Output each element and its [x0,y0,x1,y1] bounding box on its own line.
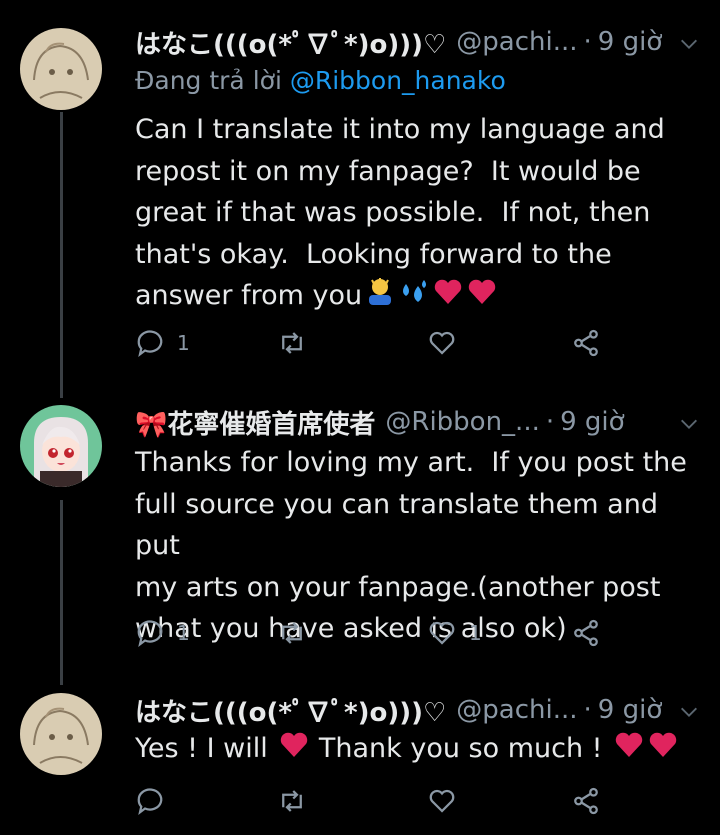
reply-button[interactable]: 1 [135,618,190,648]
avatar[interactable] [20,28,102,110]
tweet[interactable]: はなこ(((o(*ﾟ∇ﾟ*)o)))♡ @pachi... · 9 giờ Đa… [0,20,720,365]
retweet-icon [282,790,302,812]
caret-down-icon[interactable] [678,413,700,435]
tweet-text: Can I translate it into my language and … [135,109,700,321]
reply-button[interactable] [135,786,177,816]
retweet-button[interactable] [277,618,307,648]
retweet-icon [282,622,302,644]
tweet-text-content: Thanks for loving my art. If you post th… [135,447,687,644]
caret-down-icon[interactable] [678,701,700,723]
user-handle[interactable]: @pachi... [456,695,577,725]
avatar[interactable] [20,405,102,487]
tweet-actions: 1 1 [135,618,605,658]
red-heart-emoji-icon [647,729,679,774]
person-bowing-emoji-icon [364,276,396,321]
like-icon [429,789,455,813]
like-button[interactable] [427,328,469,358]
share-icon [574,787,598,815]
tweet-actions: 1 [135,328,605,368]
timestamp[interactable]: 9 giờ [560,407,624,437]
retweet-icon [282,332,302,354]
reply-count: 1 [177,621,190,645]
share-icon [574,329,598,357]
tweet-header: はなこ(((o(*ﾟ∇ﾟ*)o)))♡ @pachi... · 9 giờ [135,688,700,732]
display-name[interactable]: はなこ(((o(*ﾟ∇ﾟ*)o)))♡ [135,24,446,61]
user-handle[interactable]: @Ribbon_... [385,407,539,437]
tweet-header: 🎀花寧催婚首席使者 @Ribbon_... · 9 giờ [135,400,700,444]
display-name[interactable]: 🎀花寧催婚首席使者 [135,404,375,441]
like-icon [429,331,455,355]
tweet-text: Yes ! I will Thank you so much ! [135,728,700,774]
red-heart-emoji-icon [613,729,645,774]
display-name[interactable]: はなこ(((o(*ﾟ∇ﾟ*)o)))♡ [135,692,446,729]
red-heart-emoji-icon [432,276,464,321]
like-count: 1 [469,621,482,645]
share-button[interactable] [571,618,601,648]
like-icon [429,621,455,645]
share-button[interactable] [571,328,601,358]
timestamp[interactable]: 9 giờ [598,695,662,725]
sweat-droplets-emoji-icon [398,276,430,321]
tweet-actions [135,786,605,826]
tweet-text-part: Yes ! I will [135,733,277,764]
retweet-button[interactable] [277,328,307,358]
reply-context: Đang trả lời @Ribbon_hanako [135,66,506,95]
avatar[interactable] [20,693,102,775]
reply-count: 1 [177,331,190,355]
reply-icon [137,788,163,815]
red-heart-emoji-icon [466,276,498,321]
reply-icon [137,620,163,647]
user-handle[interactable]: @pachi... [456,27,577,57]
red-heart-emoji-icon [278,729,310,774]
caret-down-icon[interactable] [678,33,700,55]
retweet-button[interactable] [277,786,307,816]
reply-button[interactable]: 1 [135,328,190,358]
tweet-header: はなこ(((o(*ﾟ∇ﾟ*)o)))♡ @pachi... · 9 giờ [135,20,700,64]
separator: · [545,407,555,437]
tweet[interactable]: 🎀花寧催婚首席使者 @Ribbon_... · 9 giờ Thanks for… [0,400,720,670]
share-button[interactable] [571,786,601,816]
like-button[interactable] [427,786,469,816]
timestamp[interactable]: 9 giờ [598,27,662,57]
reply-mention[interactable]: @Ribbon_hanako [290,66,506,95]
reply-prefix: Đang trả lời [135,66,290,95]
like-button[interactable]: 1 [427,618,482,648]
tweet-text-part: Thank you so much ! [310,733,612,764]
separator: · [583,695,592,725]
reply-icon [137,330,163,357]
share-icon [574,619,598,647]
tweet[interactable]: はなこ(((o(*ﾟ∇ﾟ*)o)))♡ @pachi... · 9 giờ Ye… [0,688,720,828]
separator: · [583,27,592,57]
